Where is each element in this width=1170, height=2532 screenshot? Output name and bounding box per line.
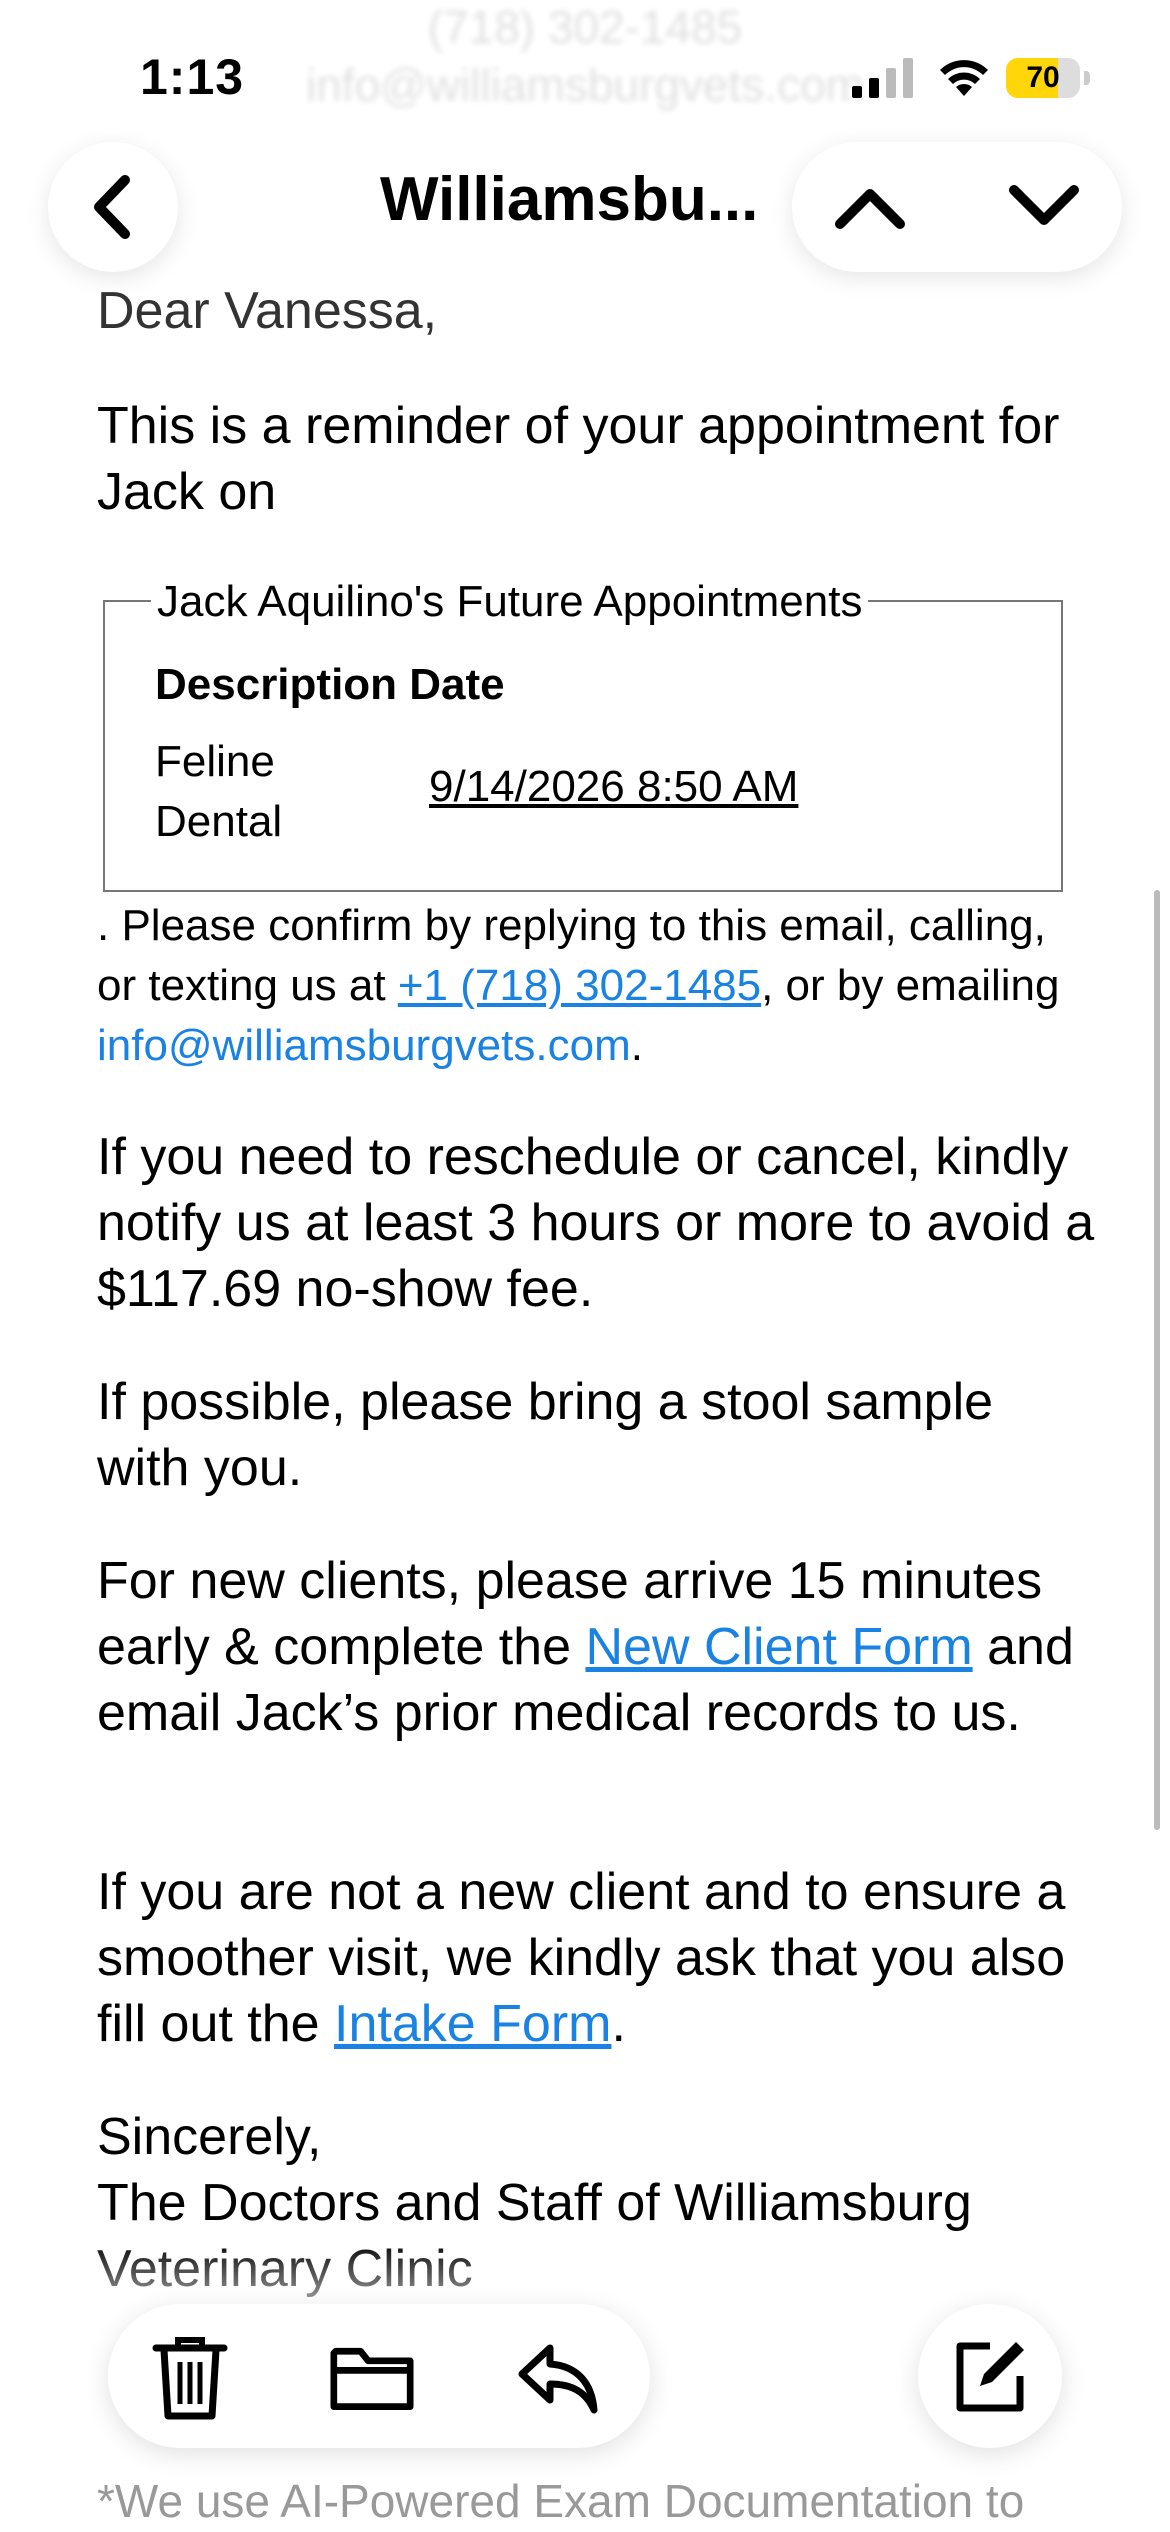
sincerely: Sincerely, <box>97 2108 322 2166</box>
delete-button[interactable] <box>148 2336 232 2420</box>
next-message-button[interactable] <box>1004 167 1084 247</box>
confirm-paragraph: . Please confirm by replying to this ema… <box>97 896 1097 1076</box>
battery-percent: 70 <box>1026 61 1060 94</box>
existing-suffix: . <box>611 1995 626 2053</box>
scrollbar[interactable] <box>1154 890 1160 1830</box>
chevron-down-icon <box>1009 185 1079 225</box>
stool-paragraph: If possible, please bring a stool sample… <box>97 1373 994 1497</box>
previous-message-button[interactable] <box>830 167 910 247</box>
footer-note: *We use AI-Powered Exam Documentation to <box>97 2475 1025 2527</box>
new-client-form-link[interactable]: New Client Form <box>585 1618 972 1676</box>
message-navigation <box>792 142 1122 272</box>
confirm-mid: , or by emailing <box>761 961 1060 1010</box>
bottom-toolbar <box>108 2304 650 2448</box>
chevron-left-icon <box>94 175 130 239</box>
greeting: Dear Vanessa, <box>97 282 438 340</box>
status-bar: 1:13 70 <box>0 0 1170 140</box>
email-link[interactable]: info@williamsburgvets.com <box>97 1021 631 1070</box>
confirm-suffix: . <box>630 1021 643 1070</box>
reschedule-paragraph: If you need to reschedule or cancel, kin… <box>97 1128 1095 1318</box>
email-subject-title: Williamsbu... <box>380 165 759 234</box>
trash-icon <box>152 2337 228 2420</box>
phone-link[interactable]: +1 (718) 302-1485 <box>398 961 761 1010</box>
wifi-icon <box>940 60 988 96</box>
battery-indicator: 70 <box>1006 58 1092 98</box>
appointment-date: 9/14/2026 8:50 AM <box>429 762 799 811</box>
appointments-legend: Jack Aquilino's Future Appointments <box>151 576 869 628</box>
folder-icon <box>330 2347 414 2410</box>
move-to-folder-button[interactable] <box>330 2336 414 2420</box>
intake-form-link[interactable]: Intake Form <box>334 1995 611 2053</box>
intro-text: This is a reminder of your appointment f… <box>97 397 1060 521</box>
reply-button[interactable] <box>516 2336 600 2420</box>
new-clients-paragraph: For new clients, please arrive 15 minute… <box>97 1548 1077 1746</box>
reply-icon <box>518 2344 598 2414</box>
back-button[interactable] <box>48 142 178 272</box>
appointment-description: Feline Dental <box>155 737 283 846</box>
appointments-box: Jack Aquilino's Future Appointments Desc… <box>103 576 1063 892</box>
cellular-signal-icon <box>852 58 913 98</box>
existing-clients-paragraph: If you are not a new client and to ensur… <box>97 1859 1097 2057</box>
compose-button[interactable] <box>918 2304 1062 2448</box>
compose-icon <box>956 2342 1024 2412</box>
appointments-header: Description Date <box>155 660 505 709</box>
chevron-up-icon <box>835 189 905 229</box>
status-time: 1:13 <box>140 49 245 105</box>
